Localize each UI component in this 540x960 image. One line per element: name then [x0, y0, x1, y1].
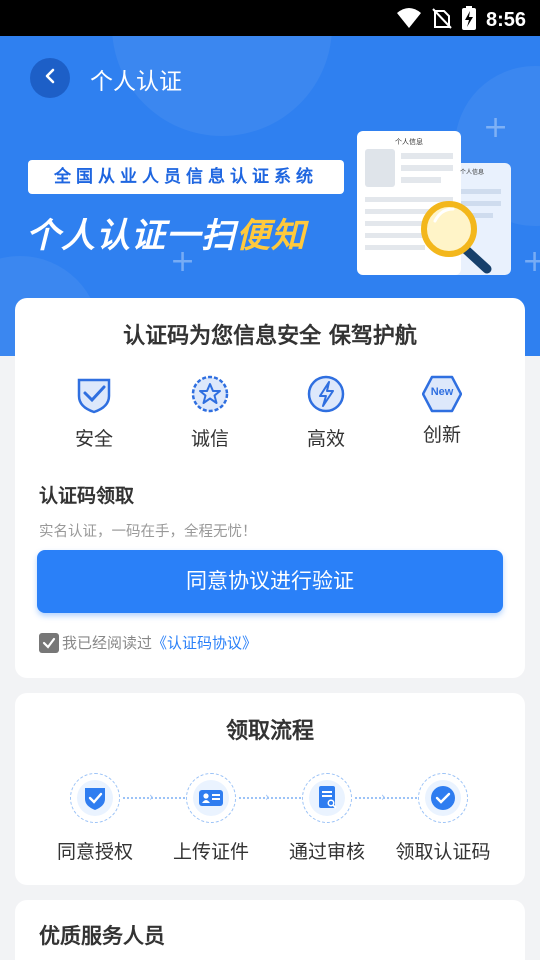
- documents-illustration: 个人信息 个人信息: [355, 129, 530, 289]
- feature-label: 安全: [74, 428, 113, 450]
- section-title: 认证码领取: [39, 485, 135, 507]
- step-icon-ring: [70, 773, 120, 823]
- step-receive-code: 领取认证码: [385, 773, 501, 864]
- agreement-link[interactable]: 《认证码协议》: [152, 632, 257, 653]
- card-title: 认证码为您信息安全 保驾护航: [123, 324, 417, 349]
- step-review: 通过审核: [269, 773, 385, 864]
- card-title: 领取流程: [225, 719, 314, 744]
- consent-text: 我已经阅读过: [62, 634, 153, 652]
- step-label: 通过审核: [288, 841, 365, 863]
- section-subtitle: 实名认证，一码在手，全程无忧！: [39, 524, 257, 540]
- slogan-yellow-text: 便知: [236, 216, 306, 256]
- new-badge-icon: New: [421, 374, 463, 414]
- feature-label: 高效: [306, 428, 345, 450]
- battery-charging-icon: [461, 6, 476, 34]
- new-badge-text: New: [430, 386, 454, 398]
- feature-security: 安全: [36, 374, 152, 451]
- feature-efficiency: 高效: [268, 374, 384, 451]
- back-button[interactable]: [30, 58, 70, 98]
- slogan-white-text: 个人认证一扫: [26, 216, 236, 256]
- wifi-icon: [396, 7, 422, 33]
- check-circle-icon: [425, 780, 461, 816]
- status-bar: 8:56: [0, 0, 540, 36]
- step-label: 上传证件: [172, 841, 249, 863]
- agree-verify-button[interactable]: 同意协议进行验证: [37, 550, 503, 613]
- chevron-left-icon: [42, 68, 58, 88]
- status-time: 8:56: [485, 8, 526, 31]
- consent-checkbox[interactable]: [39, 632, 59, 653]
- consent-row: 我已经阅读过 《认证码协议》: [39, 632, 257, 653]
- feature-label: 诚信: [190, 428, 229, 450]
- id-card-icon: [193, 780, 229, 816]
- card-title: 优质服务人员: [39, 924, 165, 948]
- doc-front-title: 个人信息: [395, 138, 423, 146]
- step-icon-ring: [418, 773, 468, 823]
- step-upload-id: 上传证件: [153, 773, 269, 864]
- service-staff-card: 优质服务人员: [15, 900, 525, 960]
- step-icon-ring: [302, 773, 352, 823]
- no-sim-icon: [432, 7, 452, 33]
- doc-back-title: 个人信息: [460, 169, 485, 176]
- document-review-icon: [309, 780, 345, 816]
- feature-list: 安全 诚信 高效 New 创新: [15, 374, 525, 451]
- step-authorize: 同意授权: [37, 773, 153, 864]
- banner-slogan: 个人认证一扫便知: [26, 208, 306, 257]
- page-title: 个人认证: [90, 69, 182, 95]
- step-label: 同意授权: [56, 841, 133, 863]
- system-label: 全国从业人员信息认证系统: [28, 160, 344, 194]
- process-card: 领取流程 › › › 同意授权 上传证件 通过审核 领取认证码: [15, 693, 525, 885]
- feature-innovation: New 创新: [384, 374, 500, 451]
- auth-intro-card: 认证码为您信息安全 保驾护航 安全 诚信 高效 New 创新 认证码领取 实名认…: [15, 298, 525, 678]
- shield-check-icon: [74, 374, 114, 418]
- lightning-icon: [306, 374, 346, 418]
- star-badge-icon: [190, 374, 230, 418]
- step-label: 领取认证码: [395, 841, 491, 863]
- feature-integrity: 诚信: [152, 374, 268, 451]
- feature-label: 创新: [422, 424, 461, 446]
- shield-check-icon: [77, 780, 113, 816]
- step-icon-ring: [186, 773, 236, 823]
